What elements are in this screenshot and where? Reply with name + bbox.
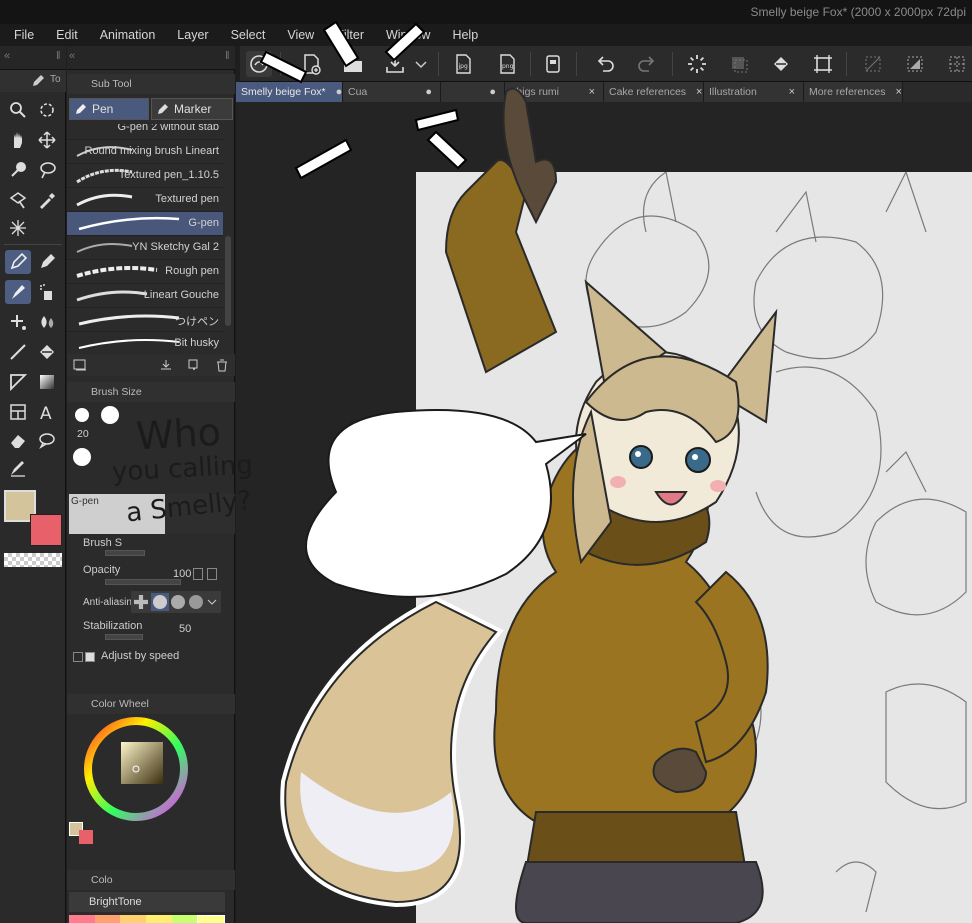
tool-strip: « ‖: [0, 46, 66, 70]
menu-edit[interactable]: Edit: [45, 28, 89, 42]
balloon-icon[interactable]: [34, 428, 60, 452]
line-icon[interactable]: [5, 340, 31, 364]
sparkle-icon[interactable]: [5, 216, 31, 240]
zoom-icon[interactable]: [5, 98, 31, 122]
figure-icon[interactable]: [5, 370, 31, 394]
frame-border-icon[interactable]: [5, 400, 31, 424]
svg-text:A: A: [40, 404, 52, 422]
tool-palette-header: To: [0, 70, 66, 92]
tool-palette: To A: [0, 70, 66, 923]
settings-icon[interactable]: [73, 358, 87, 372]
eyedropper-icon[interactable]: [34, 188, 60, 212]
sub-color-swatch[interactable]: [30, 514, 62, 546]
blend-icon[interactable]: [34, 310, 60, 334]
text-icon[interactable]: A: [34, 400, 60, 424]
object-select-icon[interactable]: [5, 188, 31, 212]
lasso-select-icon[interactable]: [34, 98, 60, 122]
pen-tool-icon[interactable]: [5, 250, 31, 274]
auto-select-icon[interactable]: [5, 158, 31, 182]
gradient-icon[interactable]: [34, 370, 60, 394]
hand-icon[interactable]: [5, 128, 31, 152]
brush-icon[interactable]: [5, 280, 31, 304]
transparent-color-swatch[interactable]: [4, 553, 62, 567]
collapse-icon[interactable]: «: [69, 50, 75, 62]
decoration-icon[interactable]: [5, 310, 31, 334]
speech-bubble-line-1: Who: [134, 409, 222, 459]
tool-tab-label: To: [50, 74, 61, 85]
eraser-icon[interactable]: [5, 428, 31, 452]
airbrush-icon[interactable]: [34, 280, 60, 304]
grip-icon: ‖: [56, 50, 61, 62]
menu-file[interactable]: File: [0, 28, 45, 42]
move-icon[interactable]: [34, 128, 60, 152]
canvas-area[interactable]: Who you calling a Smelly?: [111, 20, 972, 923]
correct-line-icon[interactable]: [5, 456, 31, 480]
collapse-icon[interactable]: «: [4, 50, 10, 62]
pencil-icon[interactable]: [34, 250, 60, 274]
fill-bucket-icon[interactable]: [34, 340, 60, 364]
pen-icon: [33, 75, 44, 86]
select-layer-icon[interactable]: [34, 158, 60, 182]
expand-icon[interactable]: [73, 652, 83, 662]
